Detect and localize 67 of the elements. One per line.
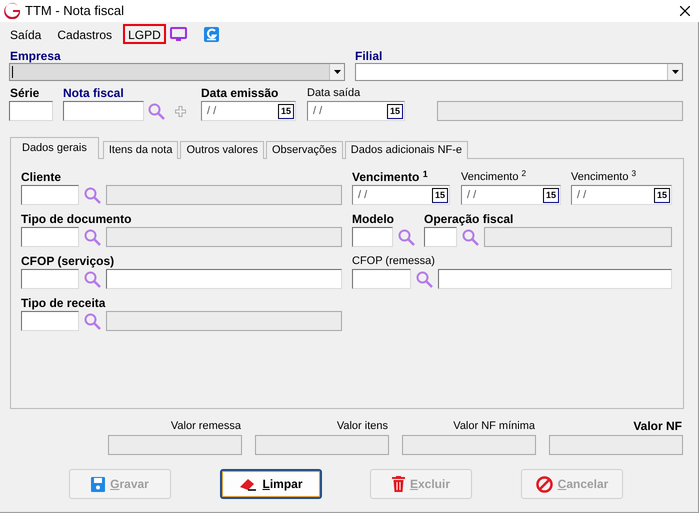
dropdown-arrow-icon[interactable]: [672, 70, 678, 74]
field-label: Vencimento $^{1}$: [352, 170, 429, 184]
eraser-icon: [239, 476, 258, 492]
input-field[interactable]: [424, 227, 457, 247]
field-label: Valor NF: [633, 419, 682, 433]
menu-item[interactable]: LGPD: [123, 24, 166, 44]
calendar-button[interactable]: 15: [278, 104, 294, 118]
date-field[interactable]: / / 15: [307, 101, 405, 121]
menu-item[interactable]: Saída: [5, 24, 46, 44]
tab[interactable]: Outros valores: [180, 141, 264, 159]
input-field[interactable]: [352, 269, 411, 289]
field-label: Valor itens: [336, 419, 388, 433]
prohibited-icon: [536, 476, 553, 492]
input-field[interactable]: [21, 269, 79, 289]
calendar-button[interactable]: 15: [543, 188, 559, 202]
field-label: Valor NF mínima: [453, 419, 535, 433]
logo-icon[interactable]: [204, 26, 219, 42]
calendar-button[interactable]: 15: [654, 188, 670, 202]
monitor-icon[interactable]: [170, 26, 187, 42]
field-label: Data saída: [307, 86, 362, 100]
menu-item[interactable]: Cadastros: [52, 24, 118, 44]
tab[interactable]: Itens da nota: [102, 141, 178, 159]
field-label: Vencimento $^{3}$: [571, 170, 638, 184]
input-field[interactable]: [21, 311, 79, 331]
field-label: Tipo de documento: [21, 212, 132, 226]
tab[interactable]: Dados adicionais NF-e: [344, 141, 468, 159]
field-label: CFOP (remessa): [352, 254, 436, 268]
search-icon[interactable]: [148, 102, 165, 120]
field-label: Série: [10, 86, 40, 100]
window-title: TTM - Nota fiscal: [25, 2, 124, 20]
field-label: Tipo de receita: [21, 296, 106, 310]
action-button[interactable]: Limpar: [220, 469, 322, 499]
field-label: CFOP (serviços): [21, 254, 116, 268]
calendar-button[interactable]: 15: [387, 104, 403, 118]
search-icon[interactable]: [84, 228, 101, 246]
input-field[interactable]: [352, 227, 393, 247]
search-icon[interactable]: [416, 270, 433, 288]
input-field[interactable]: [63, 101, 144, 121]
field-label: Vencimento $^{2}$: [461, 170, 528, 184]
app-logo-icon: [4, 3, 21, 19]
date-field[interactable]: / / 15: [201, 101, 296, 121]
tab[interactable]: Observações: [266, 141, 343, 159]
search-icon[interactable]: [84, 270, 101, 288]
search-icon[interactable]: [462, 228, 479, 246]
input-field[interactable]: [21, 227, 79, 247]
calendar-button[interactable]: 15: [432, 188, 448, 202]
field-label: Empresa: [10, 49, 62, 63]
date-field[interactable]: / / 15: [352, 185, 450, 205]
field-label: Filial: [355, 49, 384, 63]
field-label: Modelo: [352, 212, 395, 226]
trash-icon: [392, 476, 405, 492]
input-field[interactable]: [21, 185, 79, 205]
tab[interactable]: Dados gerais: [10, 137, 99, 159]
field-label: Data emissão: [201, 86, 280, 100]
input-field[interactable]: [9, 101, 53, 121]
field-label: Valor remessa: [170, 419, 241, 433]
close-icon[interactable]: [680, 6, 690, 16]
search-icon[interactable]: [84, 186, 101, 204]
date-field[interactable]: / / 15: [461, 185, 561, 205]
field-label: Nota fiscal: [63, 86, 125, 100]
field-label: Operação fiscal: [424, 212, 514, 226]
search-icon[interactable]: [398, 228, 415, 246]
field-label: Cliente: [21, 170, 62, 184]
search-icon[interactable]: [84, 312, 101, 330]
description-field[interactable]: [438, 269, 672, 289]
description-field[interactable]: [106, 269, 342, 289]
date-field[interactable]: / / 15: [571, 185, 672, 205]
